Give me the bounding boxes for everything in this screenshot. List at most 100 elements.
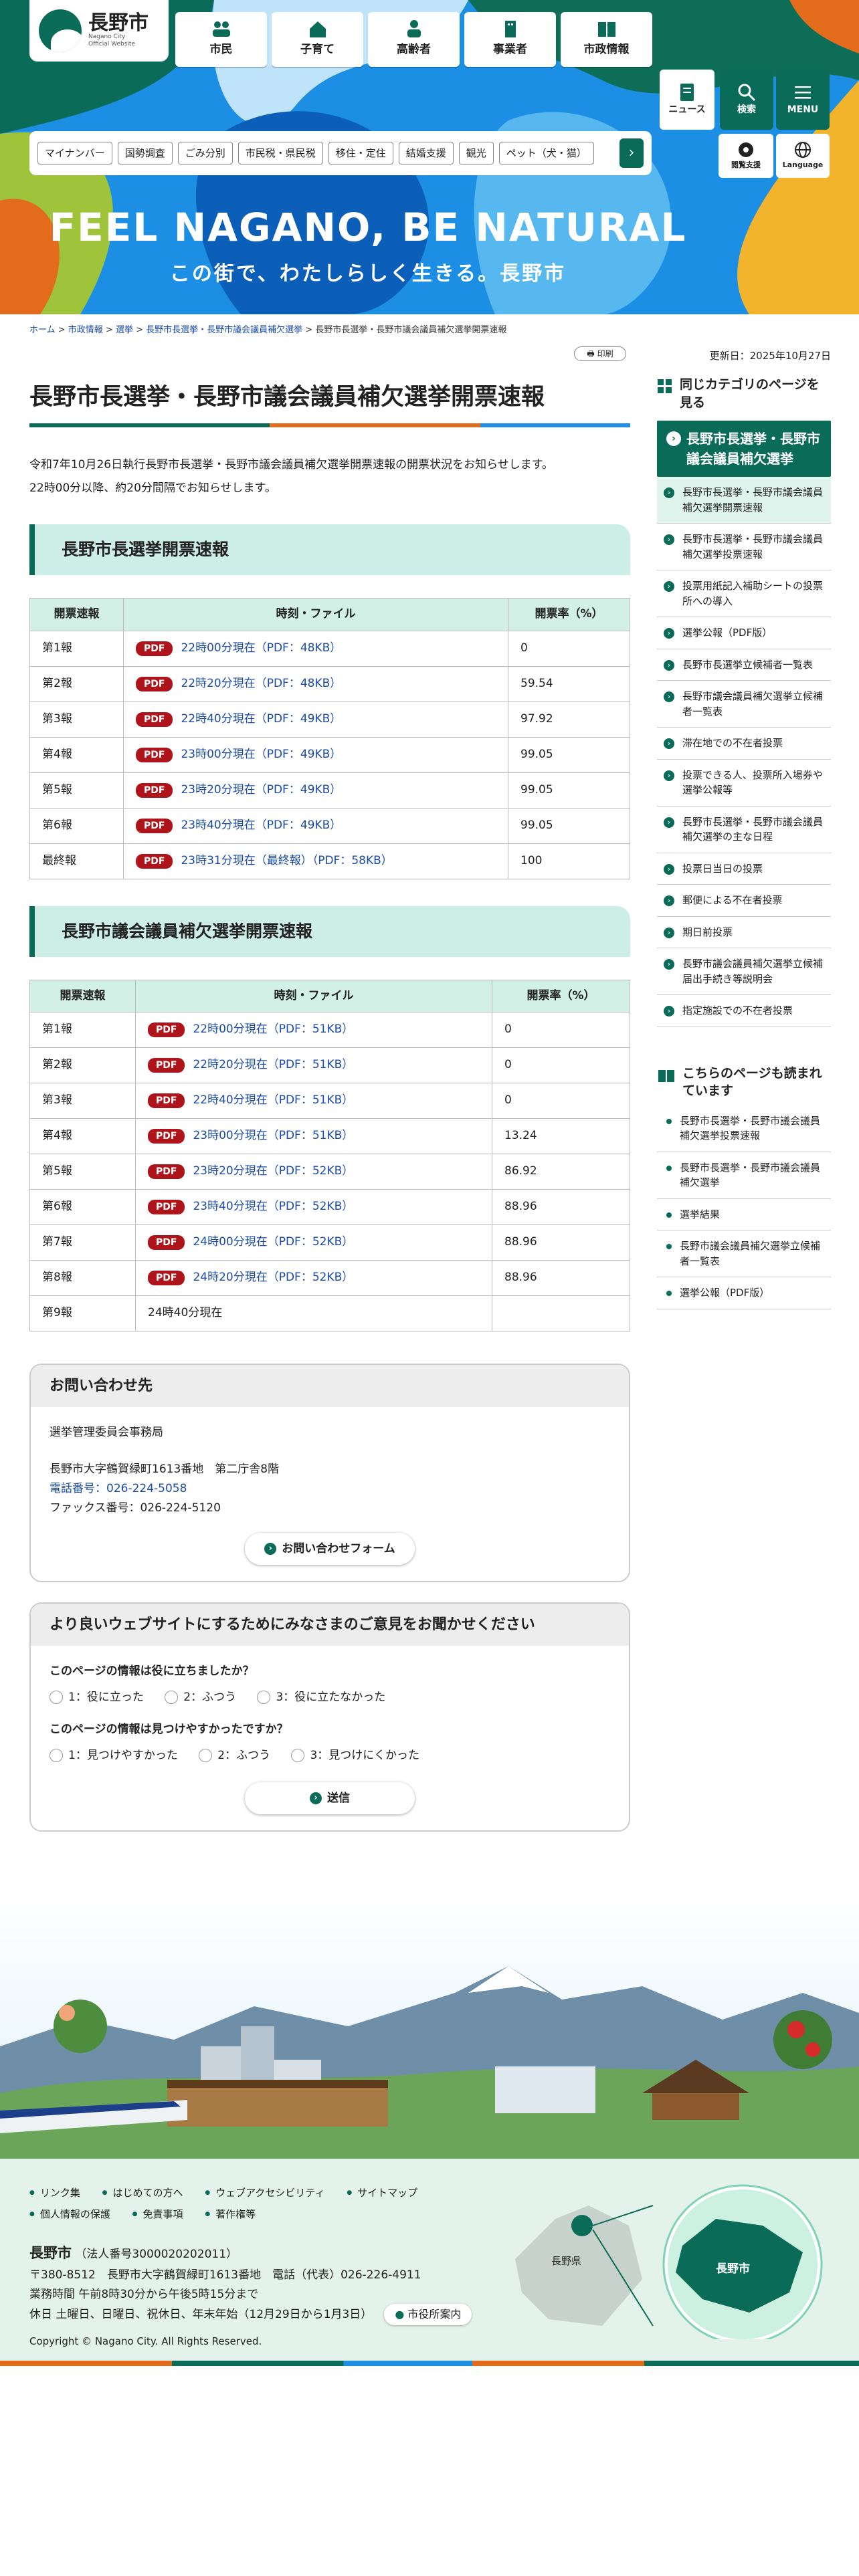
nav-cityinfo[interactable]: 市政情報 (561, 12, 652, 67)
also-read-item-label: 選挙結果 (680, 1208, 721, 1220)
city-office-button[interactable]: ● 市役所案内 (384, 2304, 472, 2325)
pdf-link[interactable]: 24時20分現在（PDF：52KB） (193, 1271, 353, 1284)
option-label: 2：ふつう (183, 1690, 237, 1704)
pdf-link[interactable]: 23時20分現在（PDF：49KB） (181, 783, 341, 796)
sidebar-item[interactable]: › 長野市長選挙立候補者一覧表 (657, 649, 831, 681)
radio[interactable] (50, 1749, 63, 1763)
time-file-cell: PDF 23時20分現在（PDF：52KB） (135, 1153, 492, 1190)
breadcrumb-cityinfo[interactable]: 市政情報 (68, 325, 103, 335)
sidebar-item[interactable]: › 投票用紙記入補助シートの投票所への導入 (657, 570, 831, 618)
radio[interactable] (257, 1691, 271, 1705)
pdf-link[interactable]: 22時20分現在（PDF：48KB） (181, 677, 341, 690)
also-read-item[interactable]: 選挙結果 (657, 1199, 831, 1231)
house-icon (309, 21, 326, 38)
nav-business[interactable]: 事業者 (464, 12, 556, 67)
category-migration[interactable]: 移住・定住 (328, 142, 393, 165)
sidebar-item[interactable]: › 長野市議会議員補欠選挙立候補届出手続き等説明会 (657, 948, 831, 996)
print-button[interactable]: 🖶 印刷 (574, 346, 626, 361)
footer-link-sitemap[interactable]: サイトマップ (347, 2187, 417, 2199)
q1-option-3[interactable]: 3：役に立たなかった (257, 1688, 385, 1707)
radio[interactable] (165, 1691, 179, 1705)
sidebar-item[interactable]: › 投票できる人、投票所入場券や選挙公報等 (657, 760, 831, 807)
pdf-link[interactable]: 23時40分現在（PDF：49KB） (181, 819, 341, 832)
footer-link-disclaimer[interactable]: 免責事項 (132, 2208, 183, 2220)
pdf-link[interactable]: 22時20分現在（PDF：51KB） (193, 1058, 353, 1071)
also-read-item[interactable]: 選挙公報（PDF版） (657, 1277, 831, 1309)
pdf-link[interactable]: 22時40分現在（PDF：49KB） (181, 712, 341, 726)
category-marriage[interactable]: 結婚支援 (398, 142, 454, 165)
contact-phone-link[interactable]: 電話番号：026-224-5058 (50, 1482, 187, 1495)
also-read-item[interactable]: 長野市長選挙・長野市議会議員補欠選挙 (657, 1152, 831, 1199)
also-read-label: こちらのページも読まれています (682, 1065, 822, 1099)
footer-link-privacy[interactable]: 個人情報の保護 (29, 2208, 110, 2220)
pdf-link[interactable]: 22時40分現在（PDF：51KB） (193, 1093, 353, 1107)
category-pets[interactable]: ペット（犬・猫） (498, 142, 594, 165)
search-button[interactable]: 検索 (720, 70, 773, 130)
sidebar-item[interactable]: › 投票日当日の投票 (657, 853, 831, 885)
pdf-badge: PDF (136, 853, 173, 869)
sidebar-item[interactable]: › 選挙公報（PDF版） (657, 617, 831, 649)
arrow-right-icon: › (666, 431, 681, 447)
menu-button[interactable]: MENU (776, 70, 830, 130)
radio[interactable] (50, 1691, 63, 1705)
radio[interactable] (199, 1749, 213, 1763)
sidebar-list: › 長野市長選挙・長野市議会議員補欠選挙開票速報 › 長野市長選挙・長野市議会議員補欠… (657, 477, 831, 1027)
survey-submit-button[interactable]: › 送信 (245, 1782, 415, 1815)
pdf-link[interactable]: 22時00分現在（PDF：51KB） (193, 1023, 353, 1036)
count-rate: 0 (508, 630, 630, 667)
news-button[interactable]: ニュース (660, 70, 714, 130)
city-illustration (0, 1893, 859, 2160)
sidebar-item[interactable]: › 滞在地での不在者投票 (657, 728, 831, 760)
sidebar-item[interactable]: › 長野市議会議員補欠選挙立候補者一覧表 (657, 681, 831, 728)
q2-option-3[interactable]: 3：見つけにくかった (291, 1746, 419, 1765)
nav-childcare[interactable]: 子育て (272, 12, 363, 67)
news-label: ニュース (668, 104, 706, 115)
sidebar-selected-category[interactable]: › 長野市長選挙・長野市議会議員補欠選挙 (657, 421, 831, 477)
reader-support-button[interactable]: 閲覧支援 (719, 134, 773, 178)
radio[interactable] (291, 1749, 305, 1763)
nav-citizens[interactable]: 市民 (175, 12, 267, 67)
arrow-right-icon: › (664, 863, 674, 875)
q2-option-1[interactable]: 1：見つけやすかった (50, 1746, 178, 1765)
table-row: 第8報 PDF 24時20分現在（PDF：52KB） 88.96 (29, 1259, 630, 1296)
footer-link-copyright[interactable]: 著作権等 (205, 2208, 256, 2220)
col-report: 開票速報 (29, 979, 136, 1012)
breadcrumb-home[interactable]: ホーム (29, 325, 56, 335)
pdf-link[interactable]: 23時20分現在（PDF：52KB） (193, 1164, 353, 1178)
q1-option-1[interactable]: 1：役に立った (50, 1688, 144, 1707)
footer-link-first-time[interactable]: はじめての方へ (102, 2187, 183, 2199)
q1-option-2[interactable]: 2：ふつう (165, 1688, 236, 1707)
category-tourism[interactable]: 観光 (458, 142, 494, 165)
site-logo[interactable]: 長野市 Nagano City Official Website (29, 0, 169, 62)
sidebar-item[interactable]: › 期日前投票 (657, 917, 831, 949)
also-read-item[interactable]: 長野市長選挙・長野市議会議員補欠選挙投票速報 (657, 1105, 831, 1152)
sidebar-item[interactable]: › 郵便による不在者投票 (657, 885, 831, 917)
pdf-link[interactable]: 23時40分現在（PDF：52KB） (193, 1200, 353, 1213)
pdf-link[interactable]: 23時00分現在（PDF：49KB） (181, 748, 341, 761)
q2-option-2[interactable]: 2：ふつう (199, 1746, 270, 1765)
sidebar-item[interactable]: › 長野市長選挙・長野市議会議員補欠選挙の主な日程 (657, 807, 831, 853)
category-tax[interactable]: 市民税・県民税 (237, 142, 323, 165)
footer-link-links[interactable]: リンク集 (29, 2187, 80, 2199)
breadcrumb-election[interactable]: 選挙 (116, 325, 133, 335)
footer-link-accessibility[interactable]: ウェブアクセシビリティ (205, 2187, 324, 2199)
category-garbage[interactable]: ごみ分別 (177, 142, 233, 165)
sidebar-item[interactable]: › 指定施設での不在者投票 (657, 995, 831, 1027)
language-button[interactable]: Language (776, 134, 830, 178)
also-read-item[interactable]: 長野市議会議員補欠選挙立候補者一覧表 (657, 1230, 831, 1278)
category-census[interactable]: 国勢調査 (117, 142, 173, 165)
category-mynumber[interactable]: マイナンバー (37, 142, 112, 165)
sidebar-item[interactable]: › 長野市長選挙・長野市議会議員補欠選挙投票速報 (657, 524, 831, 571)
sidebar-item[interactable]: › 長野市長選挙・長野市議会議員補欠選挙開票速報 (657, 477, 831, 524)
contact-form-button[interactable]: › お問い合わせフォーム (245, 1532, 415, 1565)
pdf-link[interactable]: 23時00分現在（PDF：51KB） (193, 1129, 353, 1142)
pdf-link[interactable]: 24時00分現在（PDF：52KB） (193, 1235, 353, 1249)
breadcrumb-election-page[interactable]: 長野市長選挙・長野市議会議員補欠選挙 (146, 325, 302, 335)
nav-elderly[interactable]: 高齢者 (368, 12, 460, 67)
pdf-link[interactable]: 23時31分現在（最終報）（PDF：58KB） (181, 854, 392, 867)
pdf-link[interactable]: 22時00分現在（PDF：48KB） (181, 641, 341, 655)
table-row: 第7報 PDF 24時00分現在（PDF：52KB） 88.96 (29, 1224, 630, 1261)
survey-heading: より良いウェブサイトにするためにみなさまのご意見をお聞かせください (31, 1603, 629, 1646)
chevron-right-icon[interactable]: › (619, 138, 644, 168)
time-file-cell: 24時40分現在 (135, 1295, 492, 1331)
